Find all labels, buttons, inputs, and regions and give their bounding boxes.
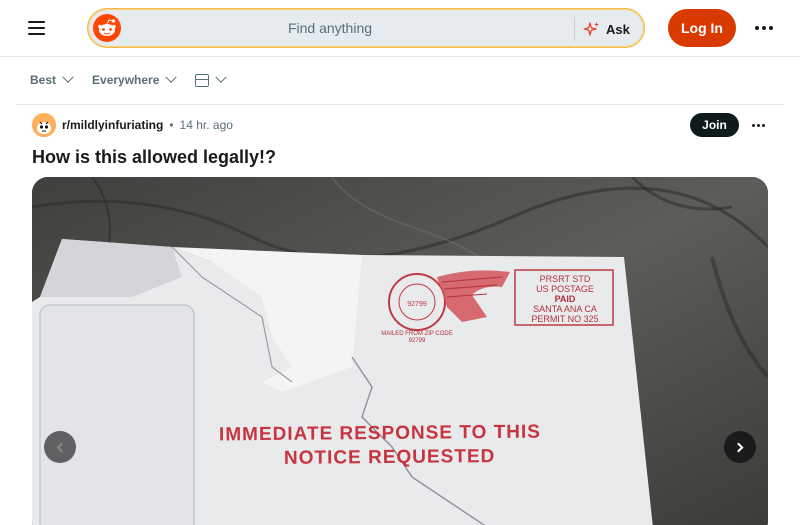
login-button[interactable]: Log In: [668, 9, 736, 47]
chevron-left-icon: [56, 442, 67, 452]
stamp-line-5: PERMIT NO 325: [531, 314, 599, 324]
subreddit-avatar[interactable]: [32, 113, 56, 137]
stamp-line-3: PAID: [554, 294, 576, 304]
carousel-prev-button[interactable]: [44, 431, 76, 463]
more-options-icon[interactable]: [752, 16, 776, 40]
post-more-options-icon[interactable]: [748, 115, 768, 135]
notice-line-1: IMMEDIATE RESPONSE TO THIS: [218, 421, 542, 446]
chevron-right-icon: [733, 442, 744, 452]
top-header: Find anything Ask Log In: [0, 0, 800, 57]
chevron-down-icon: [165, 71, 178, 83]
search-divider: [574, 17, 575, 41]
card-view-icon: [195, 73, 210, 87]
ask-label: Ask: [606, 21, 630, 37]
hamburger-menu-icon[interactable]: [20, 16, 52, 40]
stamp-line-2: US POSTAGE: [536, 284, 594, 294]
search-input[interactable]: Find anything: [88, 20, 572, 36]
carousel-next-button[interactable]: [724, 431, 756, 463]
chevron-down-icon: [215, 71, 228, 83]
ask-button[interactable]: Ask: [584, 15, 630, 43]
notice-line-2: NOTICE REQUESTED: [283, 446, 496, 469]
post-title[interactable]: How is this allowed legally!?: [32, 147, 276, 168]
view-dropdown[interactable]: [185, 66, 235, 94]
post-meta: r/mildlyinfuriating • 14 hr. ago: [32, 113, 233, 137]
stamp-line-1: PRSRT STD: [539, 274, 591, 284]
stamp-line-4: SANTA ANA CA: [533, 304, 597, 314]
postmark-label: 92799: [407, 301, 427, 308]
sort-label: Best: [30, 73, 57, 87]
feed-divider: [16, 104, 784, 105]
post-time: 14 hr. ago: [179, 118, 233, 132]
post-image[interactable]: 92799 PRSRT STD US POSTAGE PAID SANTA AN…: [32, 177, 768, 525]
location-label: Everywhere: [92, 73, 160, 87]
location-dropdown[interactable]: Everywhere: [82, 66, 185, 94]
circular-postmark-text: MAILED FROM ZIP CODE 92799: [381, 331, 453, 344]
subreddit-name[interactable]: r/mildlyinfuriating: [62, 118, 163, 132]
sparkle-icon: [584, 22, 599, 36]
sort-dropdown[interactable]: Best: [20, 66, 82, 94]
postage-permit-stamp: PRSRT STD US POSTAGE PAID SANTA ANA CA P…: [521, 274, 609, 324]
search-bar[interactable]: Find anything Ask: [87, 8, 645, 48]
subreddit-avatar-icon: [32, 113, 56, 137]
chevron-down-icon: [62, 71, 74, 83]
meta-separator: •: [169, 118, 174, 132]
envelope-photo: 92799: [32, 177, 768, 525]
join-button[interactable]: Join: [690, 113, 739, 137]
feed-filters: Best Everywhere: [20, 66, 235, 94]
